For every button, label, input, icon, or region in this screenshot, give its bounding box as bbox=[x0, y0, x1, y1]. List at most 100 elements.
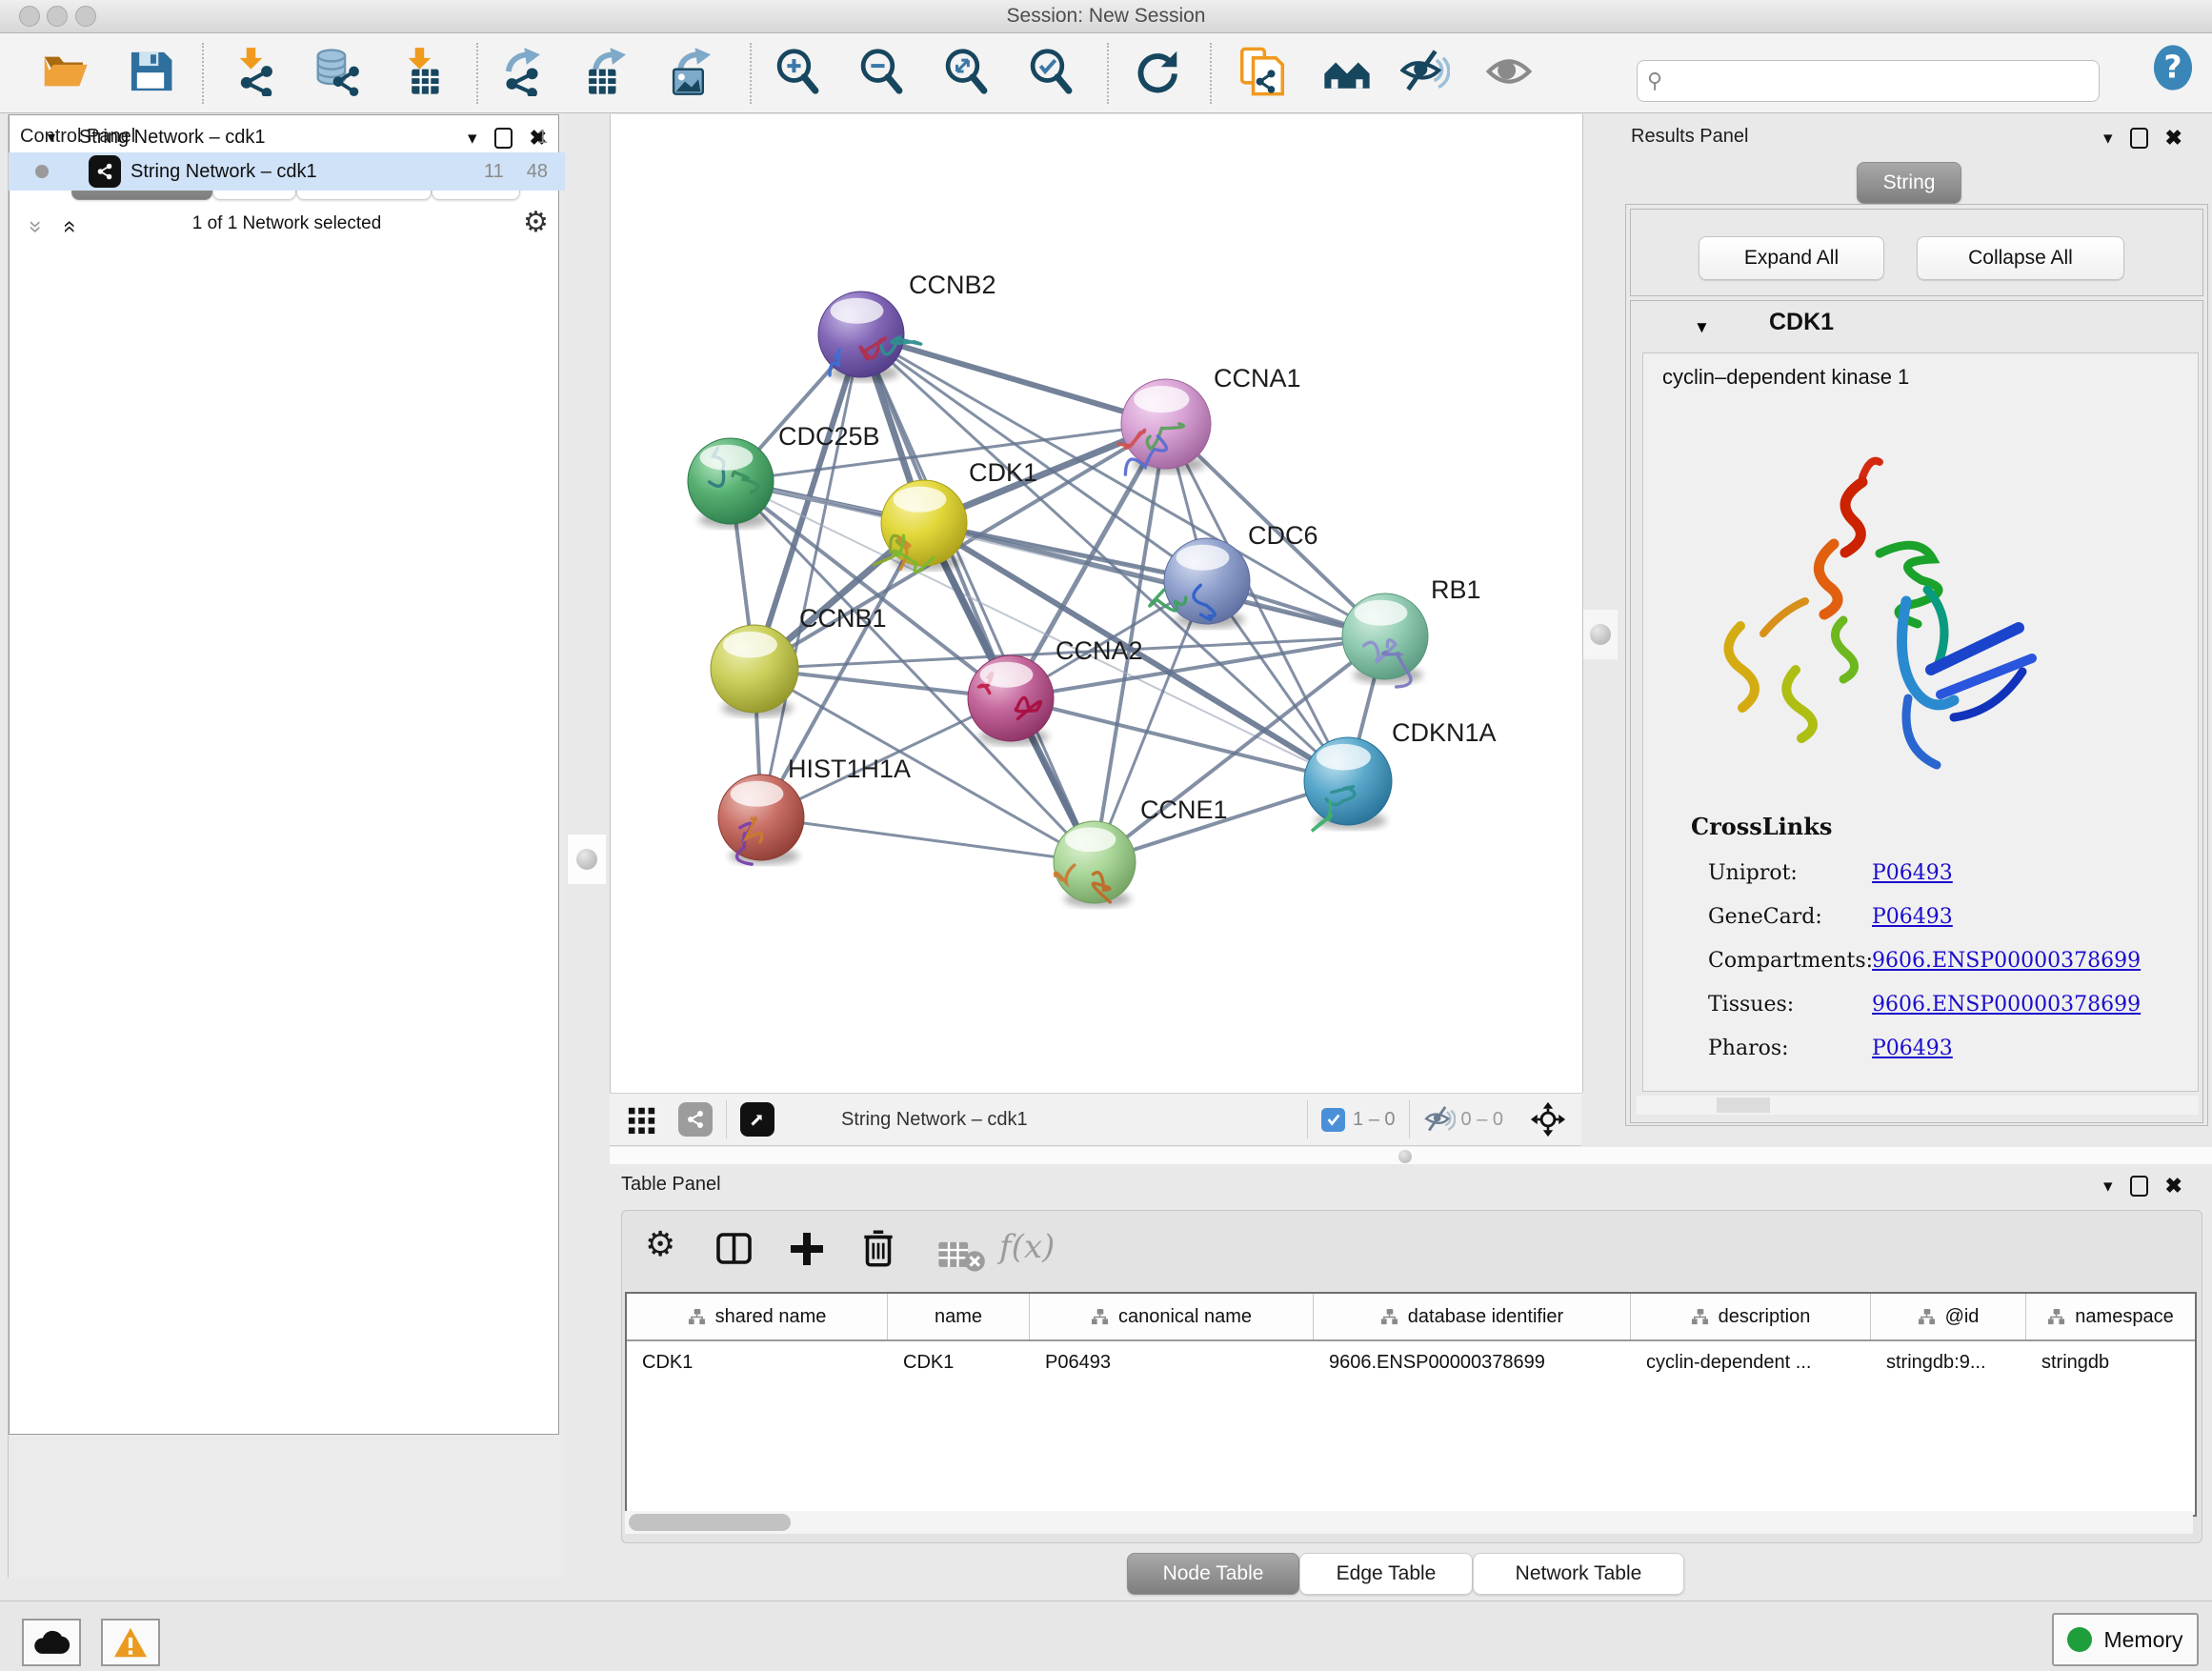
zoom-in-icon[interactable] bbox=[773, 47, 822, 96]
entry-collapse-icon[interactable]: ▼ bbox=[1694, 318, 1710, 337]
copy-style-icon[interactable] bbox=[1237, 47, 1287, 96]
crosslink-link[interactable]: P06493 bbox=[1872, 905, 1953, 929]
column-header[interactable]: name bbox=[888, 1294, 1030, 1339]
crosslink-row: GeneCard: P06493 bbox=[1708, 895, 2184, 938]
svg-text:CCNE1: CCNE1 bbox=[1140, 795, 1228, 824]
warning-status-button[interactable] bbox=[101, 1619, 160, 1666]
search-input[interactable] bbox=[1668, 70, 2099, 92]
crosslink-link[interactable]: P06493 bbox=[1872, 861, 1953, 885]
export-network-icon[interactable] bbox=[497, 47, 547, 96]
result-entry-section: ▼ CDK1 cyclin–dependent kinase 1 bbox=[1630, 300, 2203, 1123]
panel-float-icon[interactable] bbox=[2130, 1176, 2148, 1197]
column-header[interactable]: shared name bbox=[627, 1294, 888, 1339]
zoom-out-icon[interactable] bbox=[856, 47, 906, 96]
crosslink-link[interactable]: 9606.ENSP00000378699 bbox=[1872, 993, 2141, 1017]
tab-edge-table[interactable]: Edge Table bbox=[1299, 1553, 1473, 1595]
crosslink-row: Pharos: P06493 bbox=[1708, 1026, 2184, 1070]
svg-text:CDC6: CDC6 bbox=[1248, 521, 1318, 550]
import-network-file-icon[interactable] bbox=[230, 47, 279, 96]
tab-string[interactable]: String bbox=[1857, 162, 1961, 204]
birds-eye-view-icon[interactable] bbox=[740, 1102, 774, 1137]
delete-table-icon[interactable] bbox=[936, 1238, 986, 1274]
crosslink-label: Compartments: bbox=[1708, 949, 1872, 973]
node-table: shared name name canonical name database… bbox=[625, 1292, 2197, 1517]
column-header[interactable]: @id bbox=[1871, 1294, 2026, 1339]
grid-view-icon[interactable] bbox=[627, 1104, 657, 1135]
toolbar-separator bbox=[202, 43, 204, 104]
column-header[interactable]: description bbox=[1631, 1294, 1871, 1339]
crosslink-label: Pharos: bbox=[1708, 1037, 1872, 1060]
table-panel-window-controls: ▾ ✖ bbox=[2103, 1176, 2182, 1197]
network-row-selected[interactable]: String Network – cdk1 11 48 bbox=[9, 152, 565, 191]
entry-name: CDK1 bbox=[1769, 309, 1834, 336]
column-tree-icon bbox=[1918, 1308, 1936, 1326]
save-session-icon[interactable] bbox=[126, 47, 175, 96]
panel-menu-icon[interactable]: ▾ bbox=[2103, 1178, 2113, 1196]
column-header[interactable]: database identifier bbox=[1314, 1294, 1631, 1339]
refresh-view-icon[interactable] bbox=[1132, 47, 1181, 96]
hidden-count: 0 – 0 bbox=[1461, 1109, 1503, 1131]
network-share-icon[interactable] bbox=[678, 1102, 713, 1137]
crosslink-row: Compartments: 9606.ENSP00000378699 bbox=[1708, 938, 2184, 982]
network-status-dot bbox=[35, 165, 49, 178]
zoom-selected-icon[interactable] bbox=[1026, 47, 1076, 96]
network-collection-row[interactable]: ▼ String Network – cdk1 1 bbox=[9, 118, 565, 156]
add-column-icon[interactable] bbox=[786, 1228, 828, 1270]
cloud-status-button[interactable] bbox=[22, 1619, 81, 1666]
crosslink-link[interactable]: P06493 bbox=[1872, 1037, 1953, 1060]
hidden-nodes-eye-icon[interactable] bbox=[1423, 1103, 1456, 1136]
crosslink-label: Tissues: bbox=[1708, 993, 1872, 1017]
tab-node-table[interactable]: Node Table bbox=[1127, 1553, 1299, 1595]
crosslink-label: GeneCard: bbox=[1708, 905, 1872, 929]
table-row[interactable]: CDK1 CDK1 P06493 9606.ENSP00000378699 cy… bbox=[627, 1341, 2195, 1383]
import-network-database-icon[interactable] bbox=[313, 47, 363, 96]
selected-count: 1 – 0 bbox=[1353, 1109, 1395, 1131]
expand-all-button[interactable]: Expand All bbox=[1699, 236, 1884, 280]
table-panel-title: Table Panel bbox=[621, 1174, 721, 1196]
panel-close-icon[interactable]: ✖ bbox=[2165, 128, 2182, 149]
zoom-fit-icon[interactable] bbox=[941, 47, 991, 96]
horizontal-splitter[interactable] bbox=[610, 1147, 2212, 1164]
right-splitter-handle[interactable] bbox=[1583, 610, 1618, 659]
table-settings-gear-icon[interactable]: ⚙ bbox=[645, 1224, 675, 1264]
toolbar-separator bbox=[750, 43, 752, 104]
hide-selected-icon[interactable] bbox=[1400, 47, 1450, 96]
delete-column-icon[interactable] bbox=[856, 1226, 900, 1270]
network-canvas[interactable]: CCNB2CCNA1CDC25BCDK1CDC6RB1CCNB1CCNA2CDK… bbox=[610, 114, 1583, 1093]
panel-float-icon[interactable] bbox=[2130, 128, 2148, 149]
function-builder-icon[interactable]: f(x) bbox=[999, 1228, 1055, 1266]
svg-text:CCNB1: CCNB1 bbox=[799, 604, 887, 633]
results-panel-window-controls: ▾ ✖ bbox=[2103, 128, 2182, 149]
collapse-all-button[interactable]: Collapse All bbox=[1917, 236, 2124, 280]
pan-crosshair-icon[interactable] bbox=[1530, 1101, 1566, 1137]
import-table-file-icon[interactable] bbox=[398, 47, 448, 96]
selected-nodes-checkbox[interactable] bbox=[1321, 1108, 1345, 1132]
crosslink-row: Uniprot: P06493 bbox=[1708, 851, 2184, 895]
show-all-icon[interactable] bbox=[1484, 47, 1534, 96]
panel-close-icon[interactable]: ✖ bbox=[2165, 1176, 2182, 1197]
svg-text:HIST1H1A: HIST1H1A bbox=[788, 755, 911, 783]
column-header[interactable]: namespace bbox=[2026, 1294, 2195, 1339]
tab-network-table[interactable]: Network Table bbox=[1473, 1553, 1684, 1595]
left-splitter-handle[interactable] bbox=[568, 835, 606, 884]
memory-status-dot bbox=[2067, 1627, 2092, 1652]
window-title: Session: New Session bbox=[0, 5, 2212, 28]
memory-button[interactable]: Memory bbox=[2052, 1613, 2199, 1666]
protein-structure-image bbox=[1681, 430, 2062, 792]
show-columns-icon[interactable] bbox=[714, 1228, 755, 1270]
open-session-icon[interactable] bbox=[40, 47, 90, 96]
collection-expand-icon[interactable]: ▼ bbox=[45, 130, 58, 145]
results-scrollbar[interactable] bbox=[1637, 1096, 2199, 1115]
column-header[interactable]: canonical name bbox=[1030, 1294, 1314, 1339]
export-table-icon[interactable] bbox=[582, 47, 632, 96]
table-horizontal-scrollbar[interactable] bbox=[625, 1511, 2193, 1534]
help-icon[interactable]: ? bbox=[2148, 43, 2198, 92]
home-icon[interactable] bbox=[1322, 47, 1372, 96]
scrollbar-thumb[interactable] bbox=[629, 1514, 791, 1531]
crosslink-link[interactable]: 9606.ENSP00000378699 bbox=[1872, 949, 2141, 973]
network-options-gear-icon[interactable]: ⚙ bbox=[523, 206, 549, 239]
panel-menu-icon[interactable]: ▾ bbox=[2103, 130, 2113, 148]
export-image-icon[interactable] bbox=[667, 47, 716, 96]
results-panel: Results Panel ▾ ✖ String Expand All Coll… bbox=[1619, 114, 2212, 1126]
svg-text:?: ? bbox=[2163, 49, 2182, 86]
